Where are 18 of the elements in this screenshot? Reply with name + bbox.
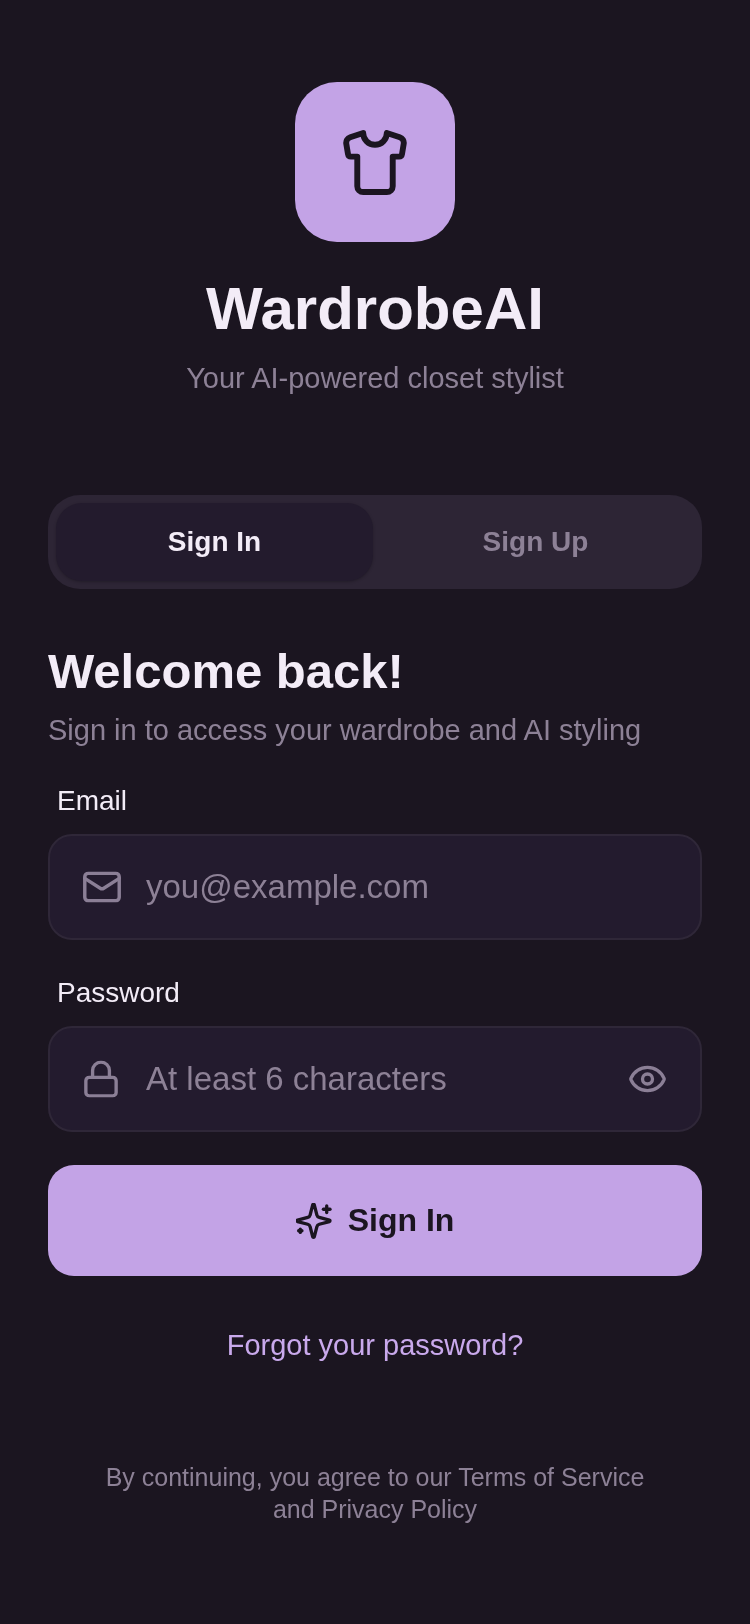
mail-icon bbox=[83, 871, 121, 903]
app-tagline: Your AI-powered closet stylist bbox=[186, 361, 564, 396]
legal-notice: By continuing, you agree to our Terms of Service and Privacy Policy bbox=[104, 1462, 646, 1525]
shirt-logo-icon bbox=[295, 82, 455, 242]
password-field[interactable]: At least 6 characters bbox=[48, 1026, 702, 1132]
lock-icon bbox=[84, 1060, 118, 1098]
field-label: Password bbox=[57, 976, 180, 1010]
forgot-password-link[interactable]: Forgot your password? bbox=[226, 1326, 524, 1364]
email-field[interactable]: you@example.com bbox=[48, 834, 702, 940]
app-title: WardrobeAI bbox=[206, 274, 544, 344]
welcome-subtitle: Sign in to access your wardrobe and AI styling bbox=[48, 713, 643, 748]
field-label: Email bbox=[57, 784, 127, 818]
auth-tab[interactable]: Sign In bbox=[56, 503, 373, 581]
auth-tab[interactable]: Sign Up bbox=[377, 503, 694, 581]
sign-in-button[interactable]: Sign In bbox=[48, 1165, 702, 1276]
eye-icon[interactable] bbox=[629, 1064, 666, 1094]
sparkle-icon bbox=[295, 1202, 332, 1239]
welcome-heading: Welcome back! bbox=[48, 643, 405, 699]
